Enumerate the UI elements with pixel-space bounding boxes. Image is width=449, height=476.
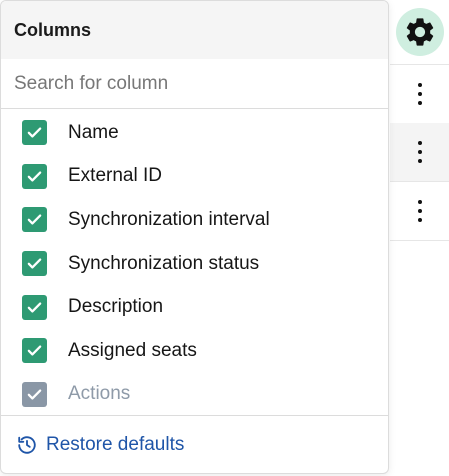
column-checkbox: [22, 381, 47, 407]
row-actions-menu-icon[interactable]: [417, 200, 422, 222]
column-option[interactable]: External ID: [1, 155, 388, 199]
column-checkbox[interactable]: [22, 294, 47, 320]
check-icon: [27, 214, 42, 226]
restore-defaults-button[interactable]: Restore defaults: [1, 415, 388, 473]
popover-title: Columns: [14, 19, 92, 40]
column-option-label: Synchronization status: [68, 252, 260, 274]
column-option-label: External ID: [68, 165, 162, 187]
column-option-label: Description: [68, 296, 164, 318]
check-icon: [27, 345, 42, 356]
column-option[interactable]: Description: [1, 285, 388, 329]
column-list: Name External ID Synchronization interval S…: [1, 109, 388, 416]
column-checkbox[interactable]: [22, 207, 47, 233]
column-settings-button[interactable]: [396, 8, 444, 56]
row-actions-menu-icon[interactable]: [417, 83, 422, 105]
column-option[interactable]: Synchronization interval: [1, 198, 388, 242]
row-actions-menu-icon[interactable]: [417, 141, 422, 163]
check-icon: [27, 389, 42, 400]
check-icon: [27, 302, 42, 313]
column-option[interactable]: Assigned seats: [1, 329, 388, 373]
gear-icon: [406, 18, 434, 46]
table-row: [390, 123, 449, 182]
column-checkbox[interactable]: [22, 338, 47, 364]
column-option[interactable]: Name: [1, 111, 388, 155]
check-icon: [27, 258, 42, 269]
table-row: [390, 64, 449, 124]
column-option-label: Actions: [68, 383, 131, 405]
column-checkbox[interactable]: [22, 120, 47, 146]
column-option-label: Synchronization interval: [68, 208, 270, 230]
column-checkbox[interactable]: [22, 251, 47, 277]
column-option-label: Name: [68, 121, 119, 143]
popover-header: Columns: [1, 1, 388, 59]
check-icon: [27, 171, 42, 182]
column-option-label: Assigned seats: [68, 339, 197, 361]
restore-defaults-label: Restore defaults: [46, 433, 185, 455]
column-checkbox[interactable]: [22, 163, 47, 189]
search-input[interactable]: [1, 58, 388, 109]
background-table: [390, 0, 449, 476]
columns-popover: Columns Name External ID Synchronization i…: [0, 0, 389, 474]
history-icon: [18, 435, 36, 454]
column-option[interactable]: Synchronization status: [1, 242, 388, 286]
check-icon: [27, 127, 42, 138]
table-row: [390, 182, 449, 241]
column-search: [1, 58, 388, 109]
column-option: Actions: [1, 373, 388, 417]
